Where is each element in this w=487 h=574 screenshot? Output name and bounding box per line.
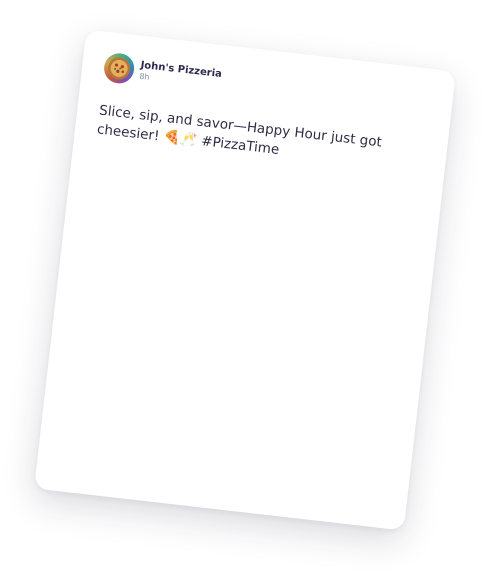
post-meta: John's Pizzeria 8h <box>139 60 222 90</box>
stage: John's Pizzeria 8h Slice, sip, and savor… <box>0 0 487 574</box>
post-body-text: Slice, sip, and savor—Happy Hour just go… <box>96 102 383 158</box>
avatar[interactable] <box>102 51 136 85</box>
post-header: John's Pizzeria 8h <box>102 51 223 95</box>
social-post-card: John's Pizzeria 8h Slice, sip, and savor… <box>34 29 456 531</box>
pizza-icon <box>106 56 132 81</box>
